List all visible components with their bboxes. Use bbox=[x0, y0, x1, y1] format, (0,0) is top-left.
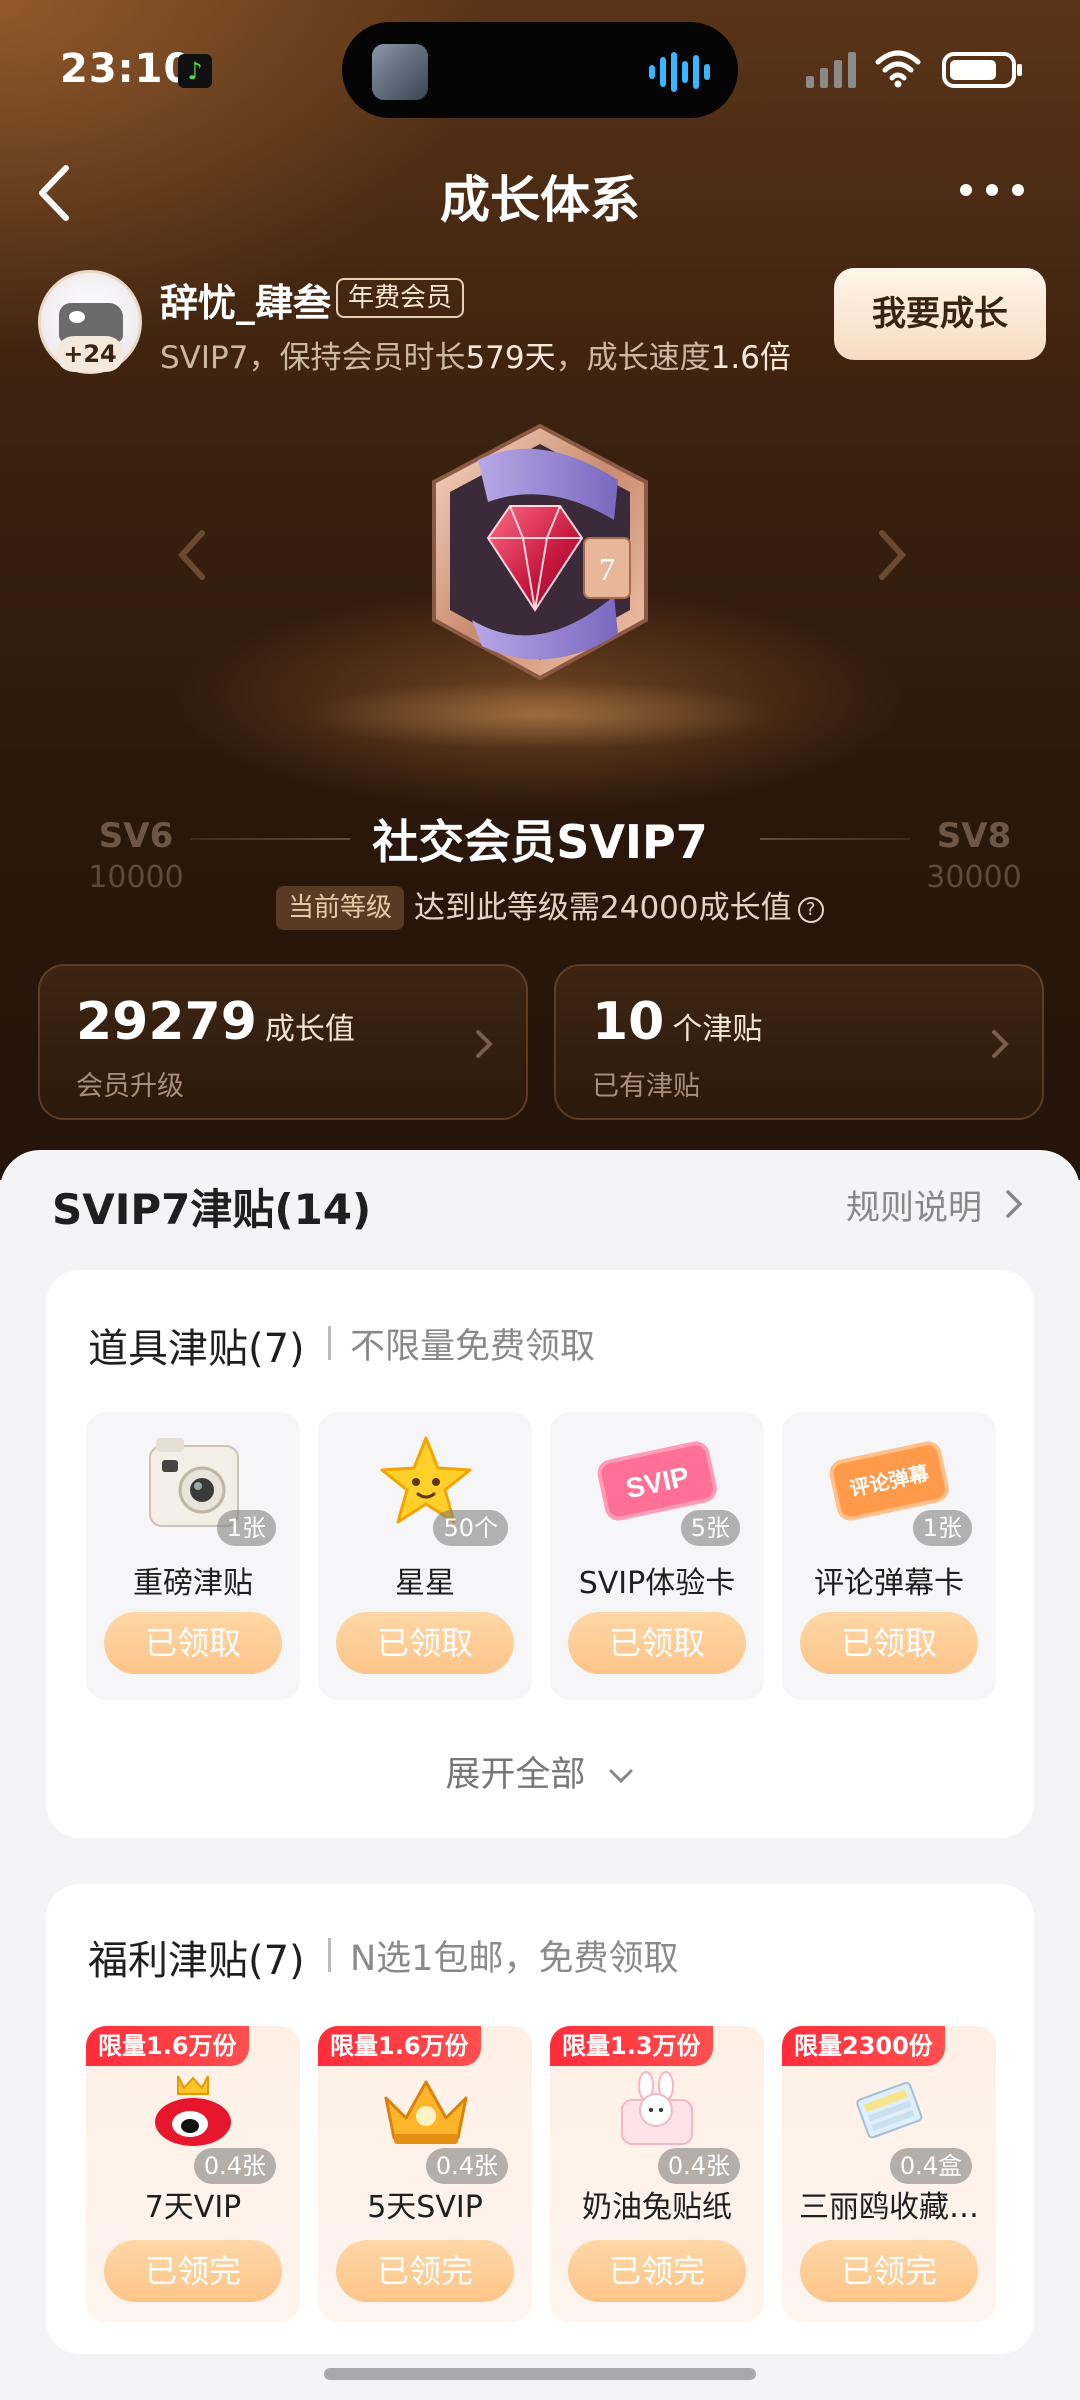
chevron-right-icon[interactable] bbox=[1004, 1188, 1024, 1220]
claimed-button[interactable]: 已领取 bbox=[104, 1612, 282, 1674]
prop-item[interactable]: 50个 星星 已领取 bbox=[318, 1412, 532, 1700]
welfare-item[interactable]: 限量1.6万份 0.4张 5天SVIP 已领完 bbox=[318, 2026, 532, 2322]
avatar-badge: +24 bbox=[56, 336, 124, 372]
rules-link[interactable]: 规则说明 bbox=[846, 1180, 982, 1229]
signal-icon bbox=[806, 52, 856, 88]
help-icon[interactable]: ? bbox=[797, 896, 824, 923]
item-name: 星星 bbox=[395, 1566, 455, 1601]
home-indicator[interactable] bbox=[324, 2368, 756, 2380]
allowance-value: 10 bbox=[592, 992, 665, 1052]
limit-tag: 限量2300份 bbox=[782, 2026, 945, 2066]
sold-out-button[interactable]: 已领完 bbox=[800, 2240, 978, 2302]
item-name: 重磅津贴 bbox=[133, 1566, 253, 1601]
item-count: 0.4张 bbox=[193, 2148, 276, 2184]
item-name: 5天SVIP bbox=[367, 2190, 483, 2225]
more-icon[interactable] bbox=[960, 170, 1040, 210]
limit-tag: 限量1.6万份 bbox=[86, 2026, 249, 2066]
section-title: SVIP7津贴(14) bbox=[52, 1185, 372, 1234]
prop-item[interactable]: 1张 重磅津贴 已领取 bbox=[86, 1412, 300, 1700]
sold-out-button[interactable]: 已领完 bbox=[104, 2240, 282, 2302]
allowance-unit: 个津贴 bbox=[672, 1012, 763, 1047]
chevron-right-icon bbox=[992, 1030, 1009, 1058]
card-subtitle: N选1包邮，免费领取 bbox=[350, 1939, 679, 1979]
status-time: 23:10 bbox=[60, 46, 193, 92]
next-level-arrow-icon[interactable] bbox=[872, 525, 912, 585]
item-name: 三丽鸥收藏… bbox=[799, 2190, 979, 2225]
allowance-sub: 已有津贴 bbox=[592, 1071, 700, 1102]
claimed-button[interactable]: 已领取 bbox=[800, 1612, 978, 1674]
claimed-button[interactable]: 已领取 bbox=[568, 1612, 746, 1674]
next-level: SV8 30000 bbox=[926, 816, 1022, 895]
dynamic-island[interactable] bbox=[342, 22, 738, 118]
badge-glow bbox=[300, 680, 780, 750]
page-title: 成长体系 bbox=[440, 171, 640, 229]
audio-wave-icon bbox=[649, 52, 710, 92]
svip-diamond-badge-icon: 7 bbox=[432, 423, 648, 681]
divider bbox=[760, 838, 910, 840]
welfare-item[interactable]: 限量1.3万份 0.4张 奶油兔贴纸 已领完 bbox=[550, 2026, 764, 2322]
item-count: 0.4张 bbox=[657, 2148, 740, 2184]
growth-unit: 成长值 bbox=[264, 1012, 355, 1047]
item-name: 评论弹幕卡 bbox=[814, 1566, 964, 1601]
chevron-down-icon bbox=[609, 1769, 633, 1784]
battery-icon bbox=[942, 52, 1022, 88]
bunny-sticker-icon bbox=[621, 2071, 693, 2145]
claimed-button[interactable]: 已领取 bbox=[336, 1612, 514, 1674]
prop-item[interactable]: 评论弹幕 1张 评论弹幕卡 已领取 bbox=[782, 1412, 996, 1700]
growth-value-card[interactable]: 29279 成长值 会员升级 bbox=[38, 964, 528, 1120]
item-count: 5张 bbox=[680, 1510, 740, 1546]
item-count: 0.4张 bbox=[425, 2148, 508, 2184]
item-name: 奶油兔贴纸 bbox=[582, 2190, 732, 2225]
divider bbox=[328, 1938, 331, 1972]
divider bbox=[328, 1326, 331, 1360]
item-count: 1张 bbox=[216, 1510, 276, 1546]
limit-tag: 限量1.3万份 bbox=[550, 2026, 713, 2066]
card-title: 福利津贴(7) bbox=[88, 1938, 305, 1984]
chevron-right-icon bbox=[476, 1030, 493, 1058]
status-bar: 23:10 ♪ bbox=[0, 22, 1080, 118]
weibo-crown-icon bbox=[155, 2075, 231, 2146]
limit-tag: 限量1.6万份 bbox=[318, 2026, 481, 2066]
user-name: 辞忧_肆叁 bbox=[160, 281, 332, 325]
props-allowance-card: 道具津贴(7) 不限量免费领取 1张 重磅津贴 已领取 50个 星星 已领取 S… bbox=[46, 1270, 1034, 1838]
welfare-item[interactable]: 限量1.6万份 0.4张 7天VIP 已领完 bbox=[86, 2026, 300, 2322]
level-requirement: 达到此等级需24000成长值? bbox=[414, 886, 824, 930]
current-level-tag: 当前等级 bbox=[276, 886, 405, 930]
collection-box-icon bbox=[856, 2081, 923, 2139]
user-subtitle: SVIP7，保持会员时长579天，成长速度1.6倍 bbox=[160, 340, 791, 376]
card-subtitle: 不限量免费领取 bbox=[350, 1327, 596, 1367]
prev-level-arrow-icon[interactable] bbox=[172, 525, 212, 585]
welfare-allowance-card: 福利津贴(7) N选1包邮，免费领取 限量1.6万份 0.4张 7天VIP 已领… bbox=[46, 1884, 1034, 2354]
growth-value: 29279 bbox=[76, 992, 257, 1052]
gold-crown-icon bbox=[384, 2080, 468, 2144]
wifi-icon bbox=[875, 50, 921, 88]
item-name: SVIP体验卡 bbox=[578, 1566, 736, 1601]
item-count: 1张 bbox=[912, 1510, 972, 1546]
sold-out-button[interactable]: 已领完 bbox=[336, 2240, 514, 2302]
prop-item[interactable]: SVIP 5张 SVIP体验卡 已领取 bbox=[550, 1412, 764, 1700]
item-name: 7天VIP bbox=[144, 2190, 242, 2225]
grow-button[interactable]: 我要成长 bbox=[834, 268, 1046, 360]
item-count: 50个 bbox=[433, 1510, 508, 1546]
media-thumbnail bbox=[372, 44, 428, 100]
allowance-card[interactable]: 10 个津贴 已有津贴 bbox=[554, 964, 1044, 1120]
expand-all-button[interactable]: 展开全部 bbox=[46, 1746, 1034, 1797]
card-title: 道具津贴(7) bbox=[88, 1326, 305, 1372]
item-count: 0.4盒 bbox=[889, 2148, 972, 2184]
music-app-icon: ♪ bbox=[178, 54, 212, 88]
growth-sub: 会员升级 bbox=[76, 1071, 184, 1102]
sold-out-button[interactable]: 已领完 bbox=[568, 2240, 746, 2302]
member-tag: 年费会员 bbox=[336, 278, 465, 318]
svg-text:7: 7 bbox=[599, 551, 615, 587]
welfare-item[interactable]: 限量2300份 0.4盒 三丽鸥收藏… 已领完 bbox=[782, 2026, 996, 2322]
